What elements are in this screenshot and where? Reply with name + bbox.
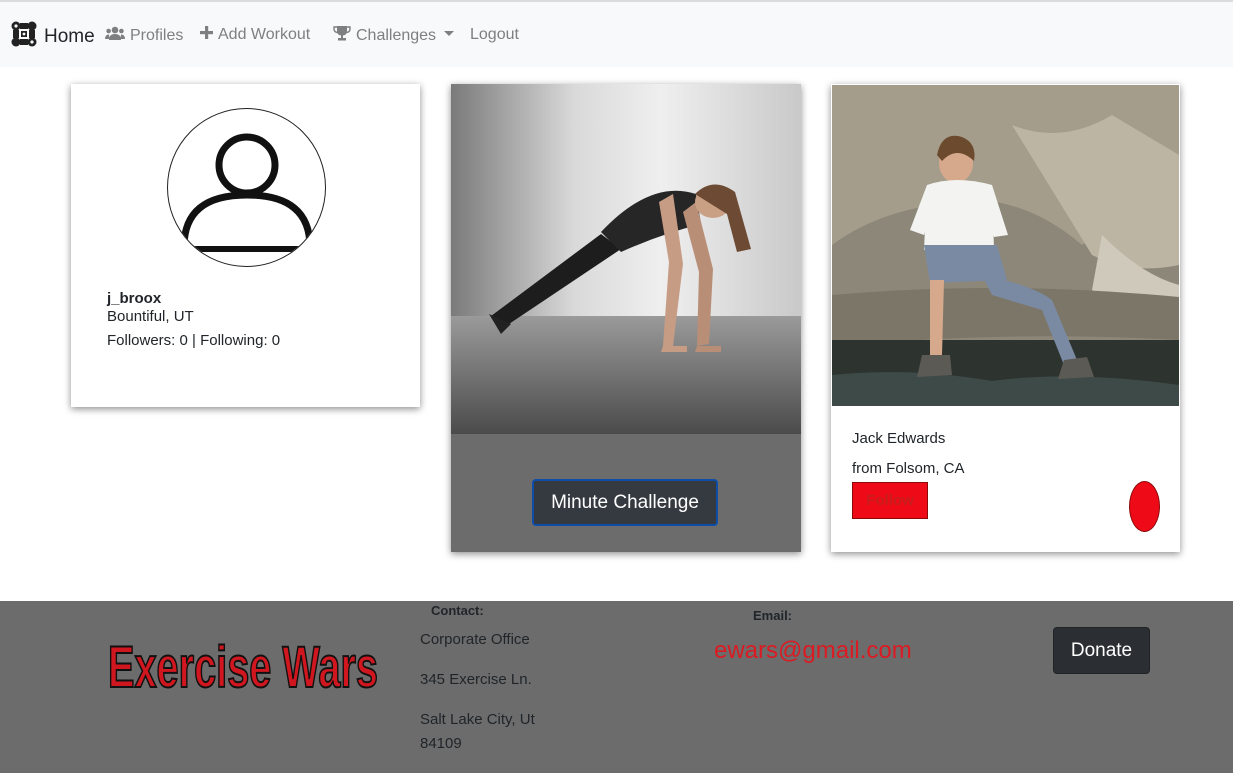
plus-icon [200, 26, 213, 44]
nav-add-workout-label: Add Workout [218, 26, 311, 43]
user-outline-icon [167, 108, 326, 267]
navbar: Home Profiles Add Workout Challenges Log… [0, 0, 1233, 67]
chevron-down-icon [444, 30, 455, 36]
nav-home-label: Home [44, 26, 95, 47]
profile-photo [832, 85, 1179, 406]
nav-logout-label: Logout [470, 26, 519, 43]
footer: Exercise Wars Contact: Corporate Office … [0, 601, 1233, 773]
red-indicator[interactable] [1129, 481, 1160, 532]
email-link[interactable]: ewars@gmail.com [714, 637, 912, 665]
nav-profiles-link[interactable]: Profiles [105, 26, 183, 46]
follow-stats: Followers: 0 | Following: 0 [107, 332, 281, 349]
email-title: Email: [753, 608, 793, 623]
nav-profiles-label: Profiles [130, 27, 184, 44]
minute-challenge-button[interactable]: Minute Challenge [532, 479, 718, 526]
nav-add-workout-link[interactable]: Add Workout [200, 26, 310, 44]
user-location: Bountiful, UT [107, 308, 194, 325]
nav-challenges-label: Challenges [356, 26, 437, 44]
dumbbell-cross-icon [10, 20, 38, 54]
profile-card: Jack Edwards from Folsom, CA Follow [831, 84, 1180, 552]
profile-name: Jack Edwards [852, 430, 946, 447]
donate-button[interactable]: Donate [1053, 627, 1150, 674]
users-icon [105, 26, 125, 46]
contact-title: Contact: [431, 603, 484, 618]
pushup-photo [451, 84, 801, 434]
follow-button[interactable]: Follow [852, 482, 928, 519]
nav-home-link[interactable]: Home [10, 20, 95, 54]
exercise-wars-logo: Exercise Wars [106, 634, 380, 701]
address-line-4: 84109 [420, 735, 462, 752]
user-card: j_broox Bountiful, UT Followers: 0 | Fol… [71, 84, 420, 407]
address-line-1: Corporate Office [420, 631, 530, 648]
nav-challenges-dropdown[interactable]: Challenges [333, 25, 455, 46]
address-line-2: 345 Exercise Ln. [420, 671, 532, 688]
username: j_broox [107, 290, 162, 307]
address-line-3: Salt Lake City, Ut [420, 711, 535, 728]
logo-text: Exercise Wars [108, 635, 378, 696]
profile-location: from Folsom, CA [852, 460, 965, 477]
nav-logout-link[interactable]: Logout [470, 26, 519, 44]
challenge-card: Minute Challenge [451, 84, 801, 552]
trophy-icon [333, 25, 351, 46]
